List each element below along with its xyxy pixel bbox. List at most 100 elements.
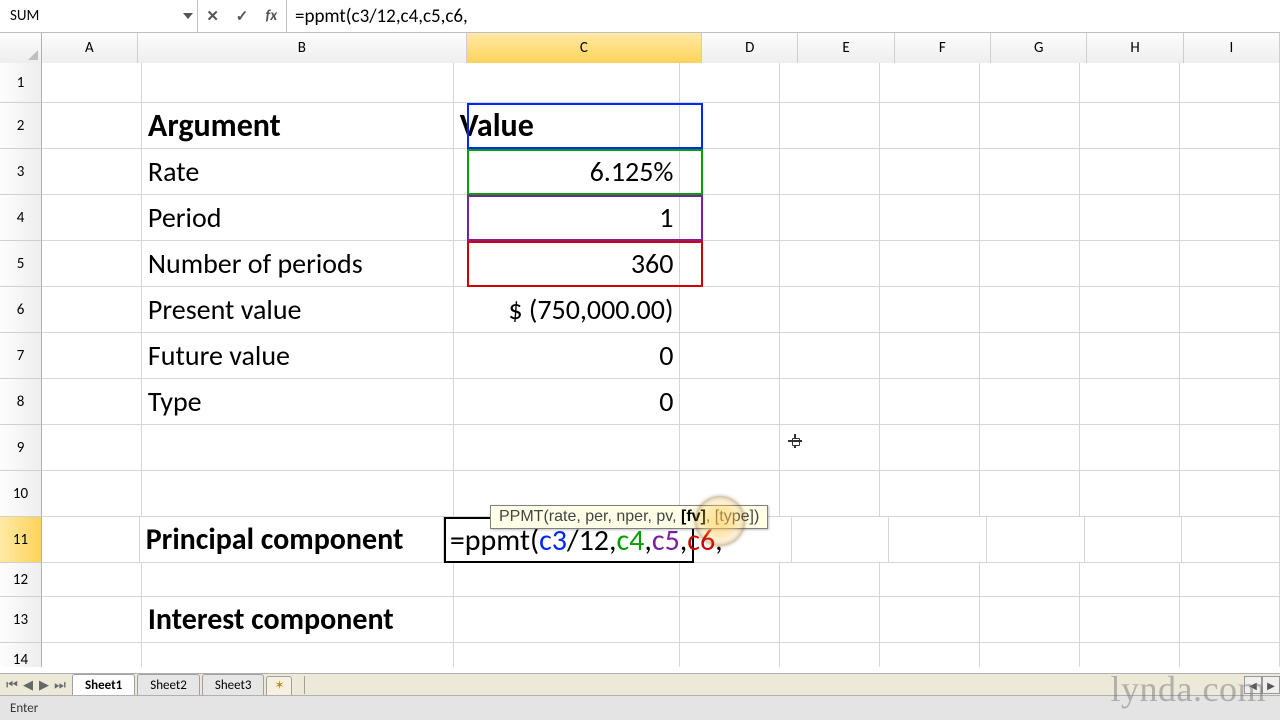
cell-g11[interactable] [987,517,1085,563]
row-header-2[interactable]: 2 [0,103,42,149]
cell-i9[interactable] [1180,425,1280,471]
cell-f9[interactable] [880,425,980,471]
horizontal-scrollbar[interactable]: ◀ ▶ [304,676,1280,694]
cell-b6[interactable]: Present value [142,287,454,333]
cell-f11[interactable] [889,517,987,563]
cell-e9[interactable] [780,425,880,471]
cell-h6[interactable] [1080,287,1180,333]
cell-c4[interactable]: 1 [454,195,681,241]
cell-b2[interactable]: Argument [142,103,454,149]
cell-d13[interactable] [680,597,780,643]
cell-a12[interactable] [42,563,142,597]
row-header-5[interactable]: 5 [0,241,42,287]
cell-i13[interactable] [1180,597,1280,643]
cell-a11[interactable] [42,517,140,563]
cell-b11[interactable]: Principal component [140,517,444,563]
cell-c8[interactable]: 0 [454,379,681,425]
sheet-tab-1[interactable]: Sheet1 [72,674,135,697]
cell-g1[interactable] [980,63,1080,103]
cell-c13[interactable] [454,597,681,643]
row-header-11[interactable]: 11 [0,517,42,563]
cell-f1[interactable] [880,63,980,103]
worksheet-grid[interactable]: 1 2 Argument Value 3 Rate 6.125% [0,63,1280,667]
cell-a3[interactable] [42,149,142,195]
cell-d5[interactable] [680,241,780,287]
cell-g10[interactable] [980,471,1080,517]
cell-i10[interactable] [1180,471,1280,517]
cell-g5[interactable] [980,241,1080,287]
row-header-6[interactable]: 6 [0,287,42,333]
cell-e6[interactable] [780,287,880,333]
cell-g4[interactable] [980,195,1080,241]
cell-b1[interactable] [142,63,454,103]
cell-f14[interactable] [880,643,980,667]
cell-d2[interactable] [680,103,780,149]
cell-a4[interactable] [42,195,142,241]
cell-e10[interactable] [780,471,880,517]
column-header-a[interactable]: A [42,33,138,63]
cell-c1[interactable] [454,63,681,103]
function-tooltip[interactable]: PPMT(rate, per, nper, pv, [fv], [type]) [490,505,768,529]
cell-b8[interactable]: Type [142,379,454,425]
cell-e11[interactable] [792,517,890,563]
cell-d1[interactable] [680,63,780,103]
insert-function-icon[interactable]: fx [259,4,283,28]
hscroll-right-icon[interactable]: ▶ [1262,676,1280,694]
sheet-tab-3[interactable]: Sheet3 [202,674,265,697]
cell-e1[interactable] [780,63,880,103]
cell-c14[interactable] [454,643,681,667]
row-header-13[interactable]: 13 [0,597,42,643]
row-header-3[interactable]: 3 [0,149,42,195]
row-header-9[interactable]: 9 [0,425,42,471]
row-header-1[interactable]: 1 [0,63,42,103]
cell-c7[interactable]: 0 [454,333,681,379]
cell-e4[interactable] [780,195,880,241]
cell-c12[interactable] [454,563,681,597]
cell-f10[interactable] [880,471,980,517]
cell-g12[interactable] [980,563,1080,597]
cell-f13[interactable] [880,597,980,643]
cell-i2[interactable] [1180,103,1280,149]
name-box-dropdown-icon[interactable] [179,0,197,32]
cell-h10[interactable] [1080,471,1180,517]
column-header-d[interactable]: D [702,33,798,63]
row-header-10[interactable]: 10 [0,471,42,517]
cell-g14[interactable] [980,643,1080,667]
cell-i11[interactable] [1182,517,1280,563]
cell-a1[interactable] [42,63,142,103]
sheet-tab-2[interactable]: Sheet2 [137,674,200,697]
cell-f6[interactable] [880,287,980,333]
cell-h5[interactable] [1080,241,1180,287]
column-header-c[interactable]: C [467,33,702,63]
cell-f8[interactable] [880,379,980,425]
cell-i3[interactable] [1180,149,1280,195]
cell-d9[interactable] [680,425,780,471]
cell-i5[interactable] [1180,241,1280,287]
cell-d6[interactable] [680,287,780,333]
new-sheet-button[interactable]: ✶ [266,676,292,695]
cell-a10[interactable] [42,471,142,517]
cell-h9[interactable] [1080,425,1180,471]
cell-h1[interactable] [1080,63,1180,103]
cell-b9[interactable] [142,425,454,471]
cell-a13[interactable] [42,597,142,643]
cell-e2[interactable] [780,103,880,149]
select-all-button[interactable] [0,33,42,63]
row-header-14[interactable]: 14 [0,643,42,667]
cell-a5[interactable] [42,241,142,287]
cell-d14[interactable] [680,643,780,667]
cell-a2[interactable] [42,103,142,149]
cell-e5[interactable] [780,241,880,287]
cell-g9[interactable] [980,425,1080,471]
cell-b12[interactable] [142,563,454,597]
cell-b13[interactable]: Interest component [142,597,454,643]
cell-a6[interactable] [42,287,142,333]
cell-h3[interactable] [1080,149,1180,195]
row-header-12[interactable]: 12 [0,563,42,597]
cell-f3[interactable] [880,149,980,195]
cell-i1[interactable] [1180,63,1280,103]
row-header-8[interactable]: 8 [0,379,42,425]
cell-c9[interactable] [454,425,681,471]
cell-i6[interactable] [1180,287,1280,333]
cell-b7[interactable]: Future value [142,333,454,379]
